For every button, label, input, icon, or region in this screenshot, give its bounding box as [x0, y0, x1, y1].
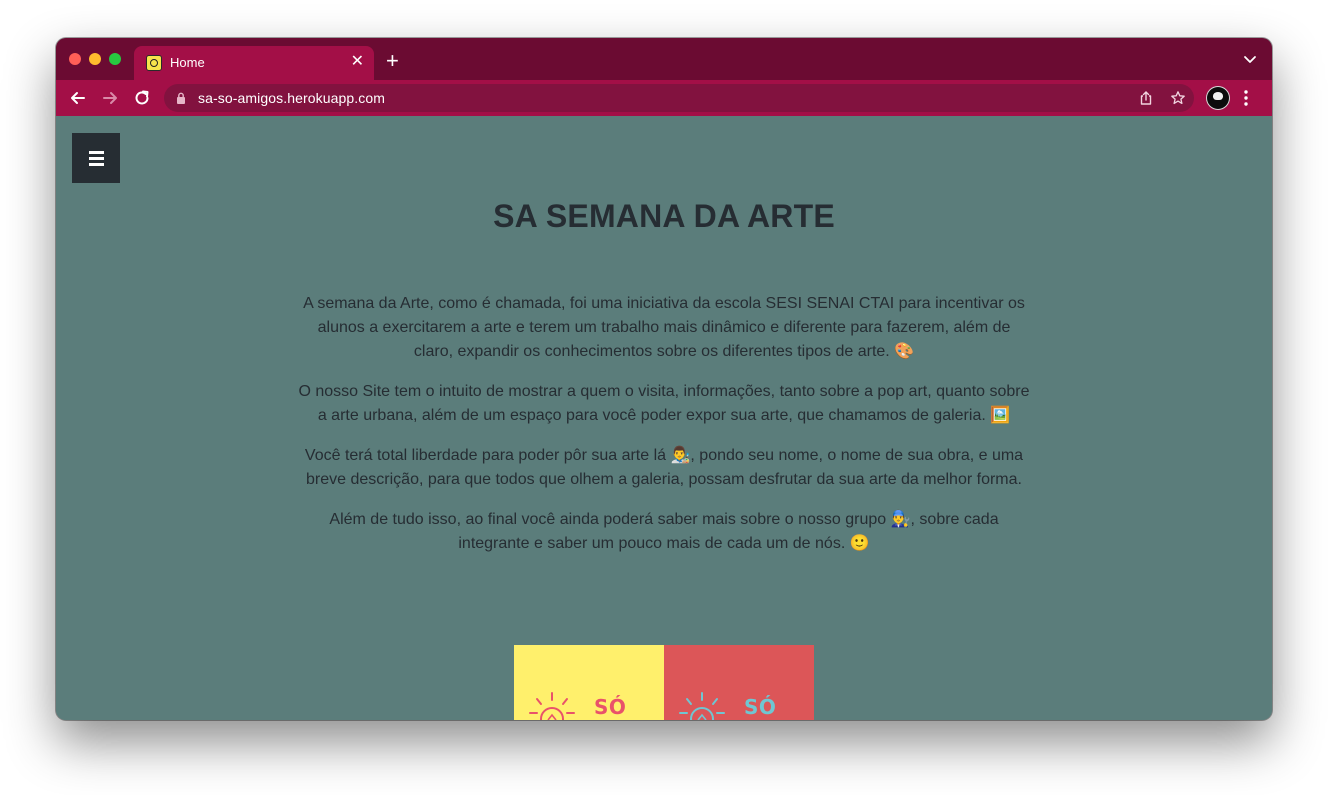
lock-icon — [177, 92, 185, 104]
hamburger-bar — [89, 157, 104, 160]
page-content: SA SEMANA DA ARTE A semana da Arte, como… — [56, 116, 1272, 720]
back-arrow-icon[interactable] — [68, 88, 88, 108]
card-label: SÓ — [594, 695, 627, 719]
hamburger-bar — [89, 163, 104, 166]
hamburger-menu-button[interactable] — [72, 133, 120, 183]
intro-paragraph: O nosso Site tem o intuito de mostrar a … — [298, 383, 1030, 424]
reload-icon[interactable] — [132, 88, 152, 108]
tab-search-icon[interactable] — [1242, 51, 1258, 67]
maximize-window-button[interactable] — [109, 53, 121, 65]
close-window-button[interactable] — [69, 53, 81, 65]
hamburger-bar — [89, 151, 104, 154]
logo-card-red[interactable]: SÓ — [664, 645, 814, 720]
tab-home[interactable]: Home ✕ — [134, 46, 374, 80]
sun-icon — [679, 692, 725, 720]
minimize-window-button[interactable] — [89, 53, 101, 65]
intro-paragraph: A semana da Arte, como é chamada, foi um… — [303, 295, 1025, 360]
intro-paragraph: Você terá total liberdade para poder pôr… — [304, 447, 1024, 488]
tab-title: Home — [170, 55, 205, 70]
bookmark-star-icon[interactable] — [1170, 90, 1186, 106]
browser-window: Home ✕ + sa-so-amigos.herokuapp.com SA S… — [56, 38, 1272, 720]
new-tab-button[interactable]: + — [386, 49, 399, 73]
address-bar[interactable]: sa-so-amigos.herokuapp.com — [164, 84, 1194, 112]
share-icon[interactable] — [1138, 90, 1154, 106]
tab-close-icon[interactable]: ✕ — [351, 52, 364, 72]
kebab-menu-icon[interactable] — [1243, 89, 1249, 107]
logo-card-yellow[interactable]: SÓ — [514, 645, 664, 720]
site-favicon-icon — [146, 55, 162, 71]
tab-strip: Home ✕ + — [56, 38, 1272, 80]
profile-avatar[interactable] — [1207, 87, 1229, 109]
card-label: SÓ — [744, 695, 777, 719]
url-text[interactable]: sa-so-amigos.herokuapp.com — [198, 90, 385, 106]
sun-icon — [529, 692, 575, 720]
intro-text: A semana da Arte, como é chamada, foi um… — [298, 292, 1030, 572]
page-title: SA SEMANA DA ARTE — [493, 198, 835, 234]
forward-arrow-icon[interactable] — [100, 88, 120, 108]
intro-paragraph: Além de tudo isso, ao final você ainda p… — [329, 511, 999, 552]
browser-toolbar: sa-so-amigos.herokuapp.com — [56, 80, 1272, 116]
